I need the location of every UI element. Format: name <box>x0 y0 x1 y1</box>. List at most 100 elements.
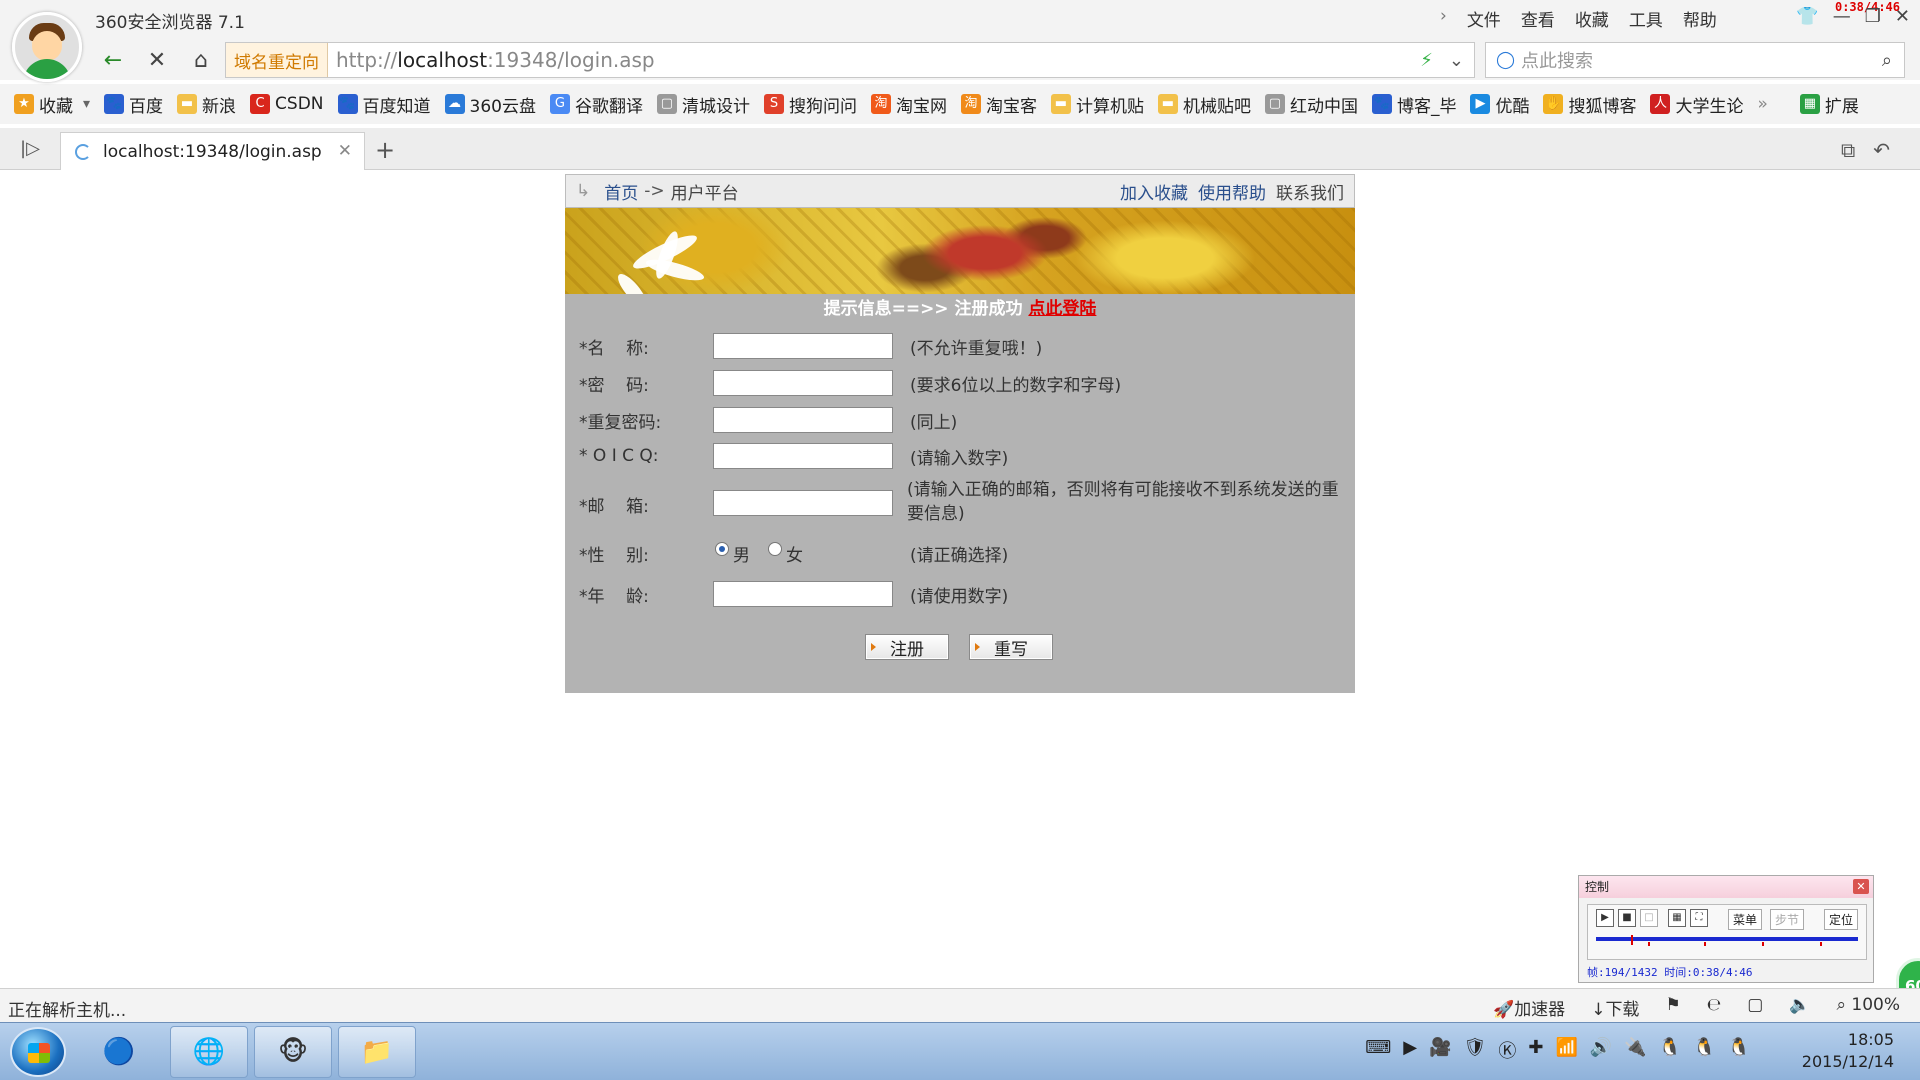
keyboard-icon[interactable]: ⌨ <box>1365 1037 1391 1063</box>
bookmark-item[interactable]: 🐾 百度 <box>104 92 163 117</box>
player-close-button[interactable]: ✕ <box>1853 879 1869 894</box>
qq-icon[interactable]: 🐧 <box>1693 1037 1715 1063</box>
url-text[interactable]: http://localhost:19348/login.asp <box>336 48 655 72</box>
chevron-right-icon[interactable]: › <box>1440 6 1447 31</box>
search-input[interactable]: 点此搜索 <box>1521 47 1593 73</box>
contact-link[interactable]: 联系我们 <box>1276 179 1344 204</box>
shield-icon[interactable]: 🛡 <box>1464 1037 1487 1063</box>
name-input[interactable] <box>713 333 893 359</box>
taskbar-360-browser-icon[interactable]: 🌐 <box>170 1026 248 1078</box>
gender-male-radio[interactable] <box>715 542 729 556</box>
bookmark-item[interactable]: ▬ 计算机贴 <box>1050 92 1144 117</box>
camera-icon[interactable]: 🎥 <box>1429 1037 1451 1063</box>
search-box[interactable]: ◯ 点此搜索 ⌕ <box>1485 42 1905 78</box>
tab-close-icon[interactable]: ✕ <box>338 141 352 161</box>
flag-icon[interactable]: ⚑ <box>1665 995 1680 1020</box>
stop-button[interactable]: ✕ <box>140 44 174 76</box>
bookmark-item[interactable]: 🐾 博客_毕 <box>1371 92 1456 117</box>
bookmark-item[interactable]: ▢ 清城设计 <box>656 92 750 117</box>
bookmark-item[interactable]: G 谷歌翻译 <box>549 92 643 117</box>
email-input[interactable] <box>713 490 893 516</box>
more-bookmarks-icon[interactable]: » <box>1757 94 1767 114</box>
confirm-password-input[interactable] <box>713 407 893 433</box>
age-input[interactable] <box>713 581 893 607</box>
pause-icon[interactable]: ■ <box>1618 909 1636 927</box>
search-icon[interactable]: ⌕ <box>1882 50 1892 71</box>
taskbar-colorful-app-icon[interactable]: 🔵 <box>80 1026 158 1078</box>
bookmark-item[interactable]: ▬ 机械贴吧 <box>1157 92 1251 117</box>
start-button[interactable] <box>10 1027 66 1077</box>
window-icon[interactable]: ▢ <box>1747 995 1763 1020</box>
menu-file[interactable]: 文件 <box>1467 6 1501 31</box>
bookmark-item[interactable]: S 搜狗问问 <box>763 92 857 117</box>
help-link[interactable]: 使用帮助 <box>1198 179 1266 204</box>
home-button[interactable]: ⌂ <box>184 44 218 76</box>
back-button[interactable]: ← <box>96 44 130 76</box>
sidebar-toggle-icon[interactable]: |▷ <box>20 138 40 159</box>
bookmark-item[interactable]: ✋ 搜狐博客 <box>1543 92 1636 117</box>
usb-icon[interactable]: 🔌 <box>1624 1037 1646 1063</box>
close-button[interactable]: ✕ <box>1895 6 1910 27</box>
taskbar-monkey-app-icon[interactable]: 🐵 <box>254 1026 332 1078</box>
bookmark-item[interactable]: C CSDN <box>250 94 324 114</box>
clock[interactable]: 18:05 2015/12/14 <box>1802 1029 1894 1073</box>
player-step-button[interactable]: 步节 <box>1770 909 1805 930</box>
zoom-control[interactable]: ⌕ 100% <box>1836 995 1900 1020</box>
menu-help[interactable]: 帮助 <box>1683 6 1717 31</box>
fit-icon[interactable]: ▦ <box>1668 909 1686 927</box>
undo-close-icon[interactable]: ↶ <box>1873 138 1890 162</box>
oicq-input[interactable] <box>713 443 893 469</box>
address-bar[interactable]: 域名重定向 http://localhost:19348/login.asp ⚡… <box>225 42 1475 78</box>
lightning-icon[interactable]: ⚡ <box>1420 50 1433 71</box>
player-locate-button[interactable]: 定位 <box>1824 909 1859 930</box>
bookmark-item[interactable]: ▬ 新浪 <box>177 92 236 117</box>
menu-view[interactable]: 查看 <box>1521 6 1555 31</box>
redirect-tag[interactable]: 域名重定向 <box>226 43 328 77</box>
taskbar-explorer-icon[interactable]: 📁 <box>338 1026 416 1078</box>
k-icon[interactable]: Ⓚ <box>1498 1037 1516 1063</box>
fullscreen-icon[interactable]: ⛶ <box>1690 909 1708 927</box>
minimize-button[interactable]: — <box>1833 6 1851 27</box>
menu-favorites[interactable]: 收藏 <box>1575 6 1609 31</box>
stop-icon[interactable]: □ <box>1640 909 1658 927</box>
search-engine-icon[interactable]: ◯ <box>1496 50 1515 70</box>
bookmark-item[interactable]: ★ 收藏 ▾ <box>14 92 90 117</box>
bookmark-item[interactable]: ▢ 红动中国 <box>1264 92 1358 117</box>
bookmark-item[interactable]: 🐾 百度知道 <box>337 92 431 117</box>
download-button[interactable]: ↓下载 <box>1591 995 1639 1020</box>
network-icon[interactable]: 📶 <box>1555 1037 1577 1063</box>
player-menu-button[interactable]: 菜单 <box>1728 909 1763 930</box>
user-avatar[interactable] <box>12 12 82 82</box>
tab-active[interactable]: localhost:19348/login.asp ✕ <box>60 132 365 170</box>
chevron-down-icon[interactable]: ⌄ <box>1449 50 1464 71</box>
bookmark-item[interactable]: 淘淘宝客 <box>960 92 1037 117</box>
gender-female-radio[interactable] <box>768 542 782 556</box>
player-progress-marker[interactable] <box>1631 935 1634 945</box>
add-favorite-link[interactable]: 加入收藏 <box>1120 179 1188 204</box>
player-progress-track[interactable] <box>1596 937 1858 941</box>
bookmark-item[interactable]: ▶ 优酷 <box>1470 92 1529 117</box>
maximize-button[interactable]: ❐ <box>1865 6 1881 27</box>
shirt-icon[interactable]: 👕 <box>1796 6 1818 27</box>
login-link[interactable]: 点此登陆 <box>1028 299 1096 319</box>
extensions-button[interactable]: ▦ 扩展 <box>1799 92 1859 117</box>
reset-button[interactable]: 重写 <box>969 634 1053 660</box>
bookmark-item[interactable]: 人大学生论 <box>1650 92 1743 117</box>
volume-icon[interactable]: 🔈 <box>1789 995 1810 1020</box>
register-button[interactable]: 注册 <box>865 634 949 660</box>
new-tab-button[interactable]: + <box>375 136 395 164</box>
qq-icon[interactable]: 🐧 <box>1659 1037 1681 1063</box>
gender-female-option[interactable]: 女 <box>768 541 803 566</box>
plus-icon[interactable]: ✚ <box>1528 1037 1543 1063</box>
password-input[interactable] <box>713 370 893 396</box>
menu-tools[interactable]: 工具 <box>1629 6 1663 31</box>
breadcrumb-home-link[interactable]: 首页 <box>604 179 638 204</box>
ie-mode-icon[interactable]: ℮ <box>1707 995 1722 1020</box>
restore-tabs-icon[interactable]: ⧉ <box>1841 138 1855 162</box>
qq-icon[interactable]: 🐧 <box>1728 1037 1750 1063</box>
accelerator-button[interactable]: 🚀加速器 <box>1493 995 1565 1020</box>
bookmark-item[interactable]: 淘淘宝网 <box>870 92 947 117</box>
favorites-dropdown-icon[interactable]: ▾ <box>83 96 90 112</box>
bookmark-item[interactable]: ☁ 360云盘 <box>444 92 536 117</box>
play-icon[interactable]: ▶ <box>1596 909 1614 927</box>
